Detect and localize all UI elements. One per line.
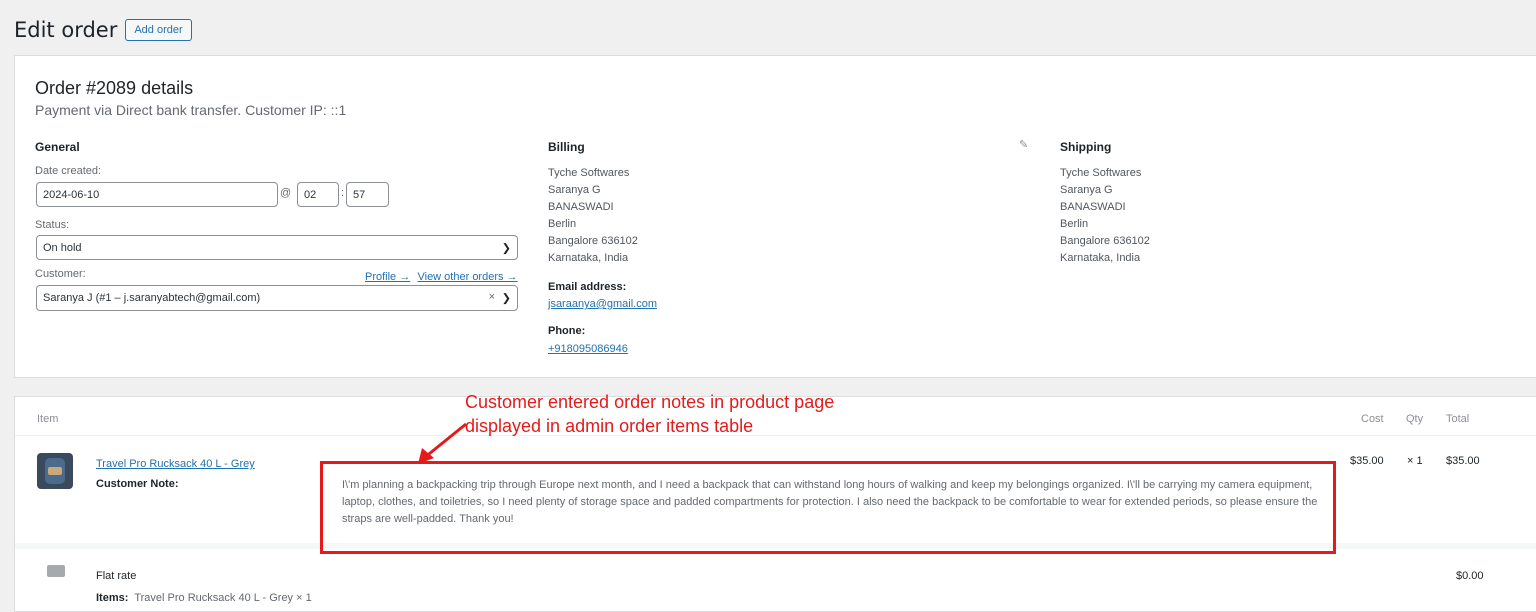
qty-column-header: Qty <box>1406 413 1424 425</box>
customer-note-label: Customer Note: <box>96 478 179 490</box>
date-input[interactable]: 2024-06-10 <box>36 182 278 207</box>
shipping-items: Items: Travel Pro Rucksack 40 L - Grey ×… <box>96 592 312 604</box>
billing-line: Saranya G <box>548 184 601 196</box>
clear-icon[interactable]: × <box>489 291 495 303</box>
shipping-line: Saranya G <box>1060 184 1113 196</box>
page-header: Edit order Add order <box>14 18 192 42</box>
billing-line: Bangalore 636102 <box>548 235 638 247</box>
page-title: Edit order <box>14 18 118 42</box>
item-cost: $35.00 <box>1350 455 1384 467</box>
status-label: Status: <box>35 219 70 231</box>
profile-link[interactable]: Profile → <box>365 271 410 283</box>
email-link[interactable]: jsaraanya@gmail.com <box>548 298 657 310</box>
status-value: On hold <box>43 241 82 254</box>
cost-column-header: Cost <box>1361 413 1384 425</box>
annotation-text: Customer entered order notes in product … <box>465 390 834 438</box>
product-name-link[interactable]: Travel Pro Rucksack 40 L - Grey <box>96 458 255 470</box>
edit-billing-pencil-icon[interactable]: ✎ <box>1019 138 1028 151</box>
view-other-orders-link[interactable]: View other orders → <box>417 271 517 283</box>
minute-input[interactable]: 57 <box>346 182 389 207</box>
shipping-items-value: Travel Pro Rucksack 40 L - Grey × 1 <box>134 592 312 604</box>
customer-label: Customer: <box>35 268 86 280</box>
order-subtitle: Payment via Direct bank transfer. Custom… <box>35 102 347 118</box>
billing-line: Berlin <box>548 218 577 230</box>
date-created-label: Date created: <box>35 165 102 177</box>
phone-label: Phone: <box>548 325 586 337</box>
annotation-arrow-icon <box>418 422 467 464</box>
general-heading: General <box>35 140 80 154</box>
customer-value: Saranya J (#1 – j.saranyabtech@gmail.com… <box>43 292 261 304</box>
product-thumbnail[interactable] <box>37 453 73 489</box>
time-colon: : <box>341 187 345 199</box>
at-symbol: @ <box>280 187 292 199</box>
shipping-line: Tyche Softwares <box>1060 167 1142 179</box>
email-label: Email address: <box>548 281 627 293</box>
hour-input[interactable]: 02 <box>297 182 339 207</box>
item-column-header: Item <box>37 413 59 425</box>
item-qty: × 1 <box>1407 455 1423 467</box>
status-select[interactable]: On hold ❯ <box>36 235 518 260</box>
item-total: $35.00 <box>1446 455 1480 467</box>
shipping-total: $0.00 <box>1456 570 1484 582</box>
truck-icon <box>47 565 65 577</box>
shipping-heading: Shipping <box>1060 140 1112 154</box>
annotation-line-2: displayed in admin order items table <box>465 416 754 436</box>
billing-line: Karnataka, India <box>548 252 629 264</box>
chevron-down-icon: ❯ <box>501 242 511 254</box>
chevron-down-icon[interactable]: ❯ <box>502 292 511 305</box>
annotation-line-1: Customer entered order notes in product … <box>465 392 835 412</box>
add-order-button[interactable]: Add order <box>125 19 192 41</box>
billing-line: BANASWADI <box>548 201 614 213</box>
customer-select[interactable]: Saranya J (#1 – j.saranyabtech@gmail.com… <box>36 285 518 311</box>
billing-line: Tyche Softwares <box>548 167 630 179</box>
order-title: Order #2089 details <box>35 78 194 98</box>
shipping-line: BANASWADI <box>1060 201 1126 213</box>
shipping-line: Berlin <box>1060 218 1089 230</box>
billing-heading: Billing <box>548 140 585 154</box>
phone-link[interactable]: +918095086946 <box>548 343 628 355</box>
total-column-header: Total <box>1446 413 1470 425</box>
shipping-method-name: Flat rate <box>96 570 137 582</box>
billing-address: Tyche Softwares Saranya G BANASWADI Berl… <box>548 165 638 267</box>
shipping-line: Bangalore 636102 <box>1060 235 1150 247</box>
shipping-items-label: Items: <box>96 592 129 604</box>
order-details-panel: Order #2089 details Payment via Direct b… <box>14 55 1536 378</box>
shipping-address: Tyche Softwares Saranya G BANASWADI Berl… <box>1060 165 1150 267</box>
annotation-highlight-box <box>320 461 1336 554</box>
shipping-line: Karnataka, India <box>1060 252 1141 264</box>
